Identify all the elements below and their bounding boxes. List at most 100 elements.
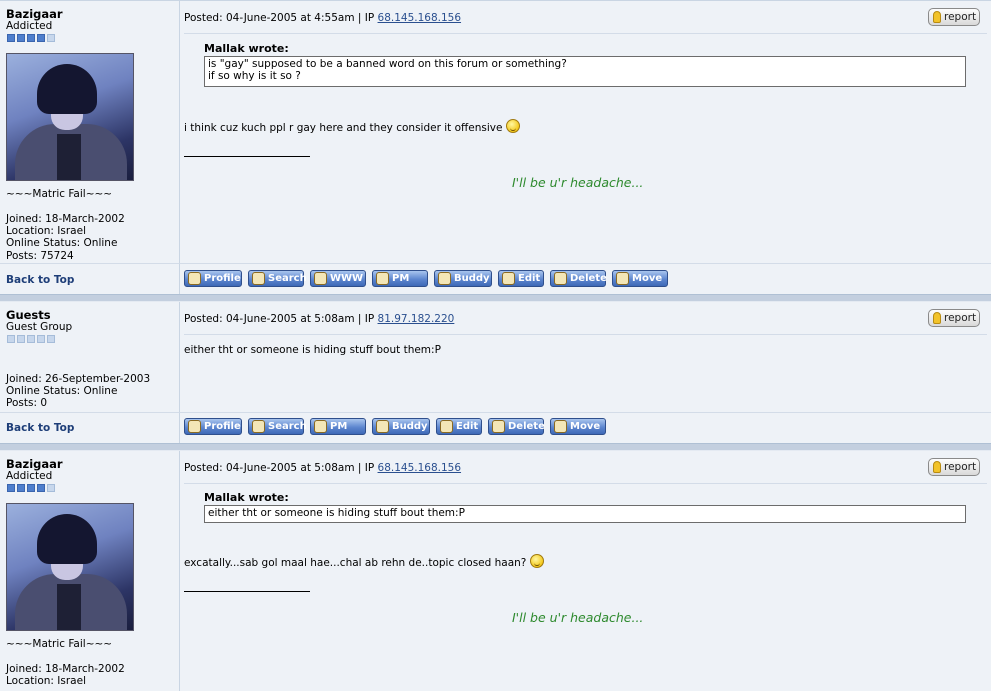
- exclamation-icon: [933, 11, 941, 23]
- post-separator: [0, 443, 991, 451]
- author-joined: Joined: 26-September-2003: [6, 373, 151, 385]
- rank-pip-icon: [27, 335, 35, 343]
- post-1: Bazigaar Addicted ~~~Matric Fail~~~ Join…: [0, 0, 991, 263]
- profile-button[interactable]: Profile: [184, 270, 242, 287]
- home-icon: [314, 272, 327, 285]
- back-to-top-link[interactable]: Back to Top: [6, 274, 74, 286]
- report-label: report: [944, 312, 977, 324]
- post-signature: I'll be u'r headache...: [512, 610, 644, 625]
- rank-pips: [7, 484, 57, 492]
- move-button[interactable]: Move: [550, 418, 606, 435]
- post-signature: I'll be u'r headache...: [512, 175, 644, 190]
- edit-icon: [502, 272, 515, 285]
- rank-pip-icon: [47, 484, 55, 492]
- pm-icon: [314, 420, 327, 433]
- report-button[interactable]: report: [928, 309, 980, 327]
- author-panel: Guests Guest Group Joined: 26-September-…: [0, 302, 180, 412]
- quote-title: Mallak wrote:: [204, 42, 289, 55]
- rank-pip-icon: [37, 484, 45, 492]
- author-panel: Bazigaar Addicted ~~~Matric Fail~~~ Join…: [0, 1, 180, 263]
- search-button[interactable]: Search: [248, 418, 307, 435]
- pm-button[interactable]: PM: [372, 270, 428, 287]
- pm-label: PM: [392, 273, 410, 284]
- author-name[interactable]: Bazigaar: [6, 457, 63, 471]
- ip-link[interactable]: 68.145.168.156: [378, 462, 462, 474]
- rank-pip-icon: [47, 34, 55, 42]
- post-1-footer: Back to Top Profile Search WWW PM Buddy Edit D…: [0, 263, 991, 294]
- move-button[interactable]: Move: [612, 270, 668, 287]
- delete-button[interactable]: Delete: [488, 418, 545, 435]
- www-label: WWW: [330, 273, 364, 284]
- search-icon: [252, 420, 265, 433]
- avatar: [6, 503, 134, 631]
- delete-button[interactable]: Delete: [550, 270, 607, 287]
- profile-icon: [188, 420, 201, 433]
- search-label: Search: [268, 421, 307, 432]
- post-meta: Posted: 04-June-2005 at 5:08am | IP 81.9…: [184, 313, 454, 325]
- post-date: Posted: 04-June-2005 at 4:55am | IP: [184, 12, 378, 24]
- post-date: Posted: 04-June-2005 at 5:08am | IP: [184, 462, 378, 474]
- edit-button[interactable]: Edit: [436, 418, 482, 435]
- rank-pip-icon: [17, 34, 25, 42]
- signature-divider: [184, 591, 310, 592]
- profile-label: Profile: [204, 273, 241, 284]
- quote-line: is "gay" supposed to be a banned word on…: [208, 58, 567, 70]
- author-online-status: Online Status: Online: [6, 385, 118, 398]
- search-icon: [252, 272, 265, 285]
- back-to-top-link[interactable]: Back to Top: [6, 422, 74, 434]
- post-body-text: i think cuz kuch ppl r gay here and they…: [184, 122, 503, 134]
- post-date: Posted: 04-June-2005 at 5:08am | IP: [184, 313, 378, 325]
- edit-label: Edit: [518, 273, 541, 284]
- footer-right: Profile Search WWW PM Buddy Edit Delete Move: [180, 263, 991, 294]
- rank-pip-icon: [37, 34, 45, 42]
- author-post-count: Posts: 0: [6, 397, 47, 410]
- post-body-text: either tht or someone is hiding stuff bo…: [184, 344, 441, 356]
- author-name[interactable]: Bazigaar: [6, 7, 63, 21]
- buddy-button[interactable]: Buddy: [434, 270, 492, 287]
- buddy-icon: [376, 420, 389, 433]
- search-button[interactable]: Search: [248, 270, 307, 287]
- divider: [184, 33, 987, 34]
- rank-pip-icon: [17, 335, 25, 343]
- author-signature-small: ~~~Matric Fail~~~: [6, 188, 113, 200]
- divider: [184, 483, 987, 484]
- author-joined: Joined: 18-March-2002: [6, 213, 125, 225]
- signature-divider: [184, 156, 310, 157]
- move-icon: [616, 272, 629, 285]
- pm-button[interactable]: PM: [310, 418, 366, 435]
- rank-pip-icon: [27, 34, 35, 42]
- post-separator: [0, 294, 991, 302]
- author-title: Addicted: [6, 470, 53, 482]
- report-button[interactable]: report: [928, 458, 980, 476]
- rank-pip-icon: [37, 335, 45, 343]
- rank-pip-icon: [7, 335, 15, 343]
- author-joined: Joined: 18-March-2002: [6, 663, 125, 675]
- buddy-button[interactable]: Buddy: [372, 418, 430, 435]
- author-stats: Joined: 18-March-2002 Location: Israel O…: [6, 213, 125, 262]
- move-label: Move: [632, 273, 663, 284]
- ip-link[interactable]: 68.145.168.156: [378, 12, 462, 24]
- rank-pips: [7, 335, 57, 343]
- author-name[interactable]: Guests: [6, 308, 51, 322]
- www-button[interactable]: WWW: [310, 270, 366, 287]
- rank-pips: [7, 34, 57, 42]
- edit-button[interactable]: Edit: [498, 270, 544, 287]
- profile-button[interactable]: Profile: [184, 418, 242, 435]
- delete-label: Delete: [570, 273, 607, 284]
- search-label: Search: [268, 273, 307, 284]
- quote-box: is "gay" supposed to be a banned word on…: [204, 56, 966, 87]
- trash-icon: [492, 420, 505, 433]
- exclamation-icon: [933, 461, 941, 473]
- author-post-count: Posts: 75724: [6, 249, 74, 262]
- post-3: Bazigaar Addicted ~~~Matric Fail~~~ Join…: [0, 451, 991, 691]
- edit-label: Edit: [456, 421, 479, 432]
- ip-link[interactable]: 81.97.182.220: [378, 313, 455, 325]
- buddy-icon: [438, 272, 451, 285]
- quote-line: if so why is it so ?: [208, 70, 301, 82]
- post-body-text: excatally...sab gol maal hae...chal ab r…: [184, 557, 527, 569]
- author-panel: Bazigaar Addicted ~~~Matric Fail~~~ Join…: [0, 451, 180, 691]
- post-actions: Profile Search WWW PM Buddy Edit Delete Move: [184, 270, 674, 288]
- report-button[interactable]: report: [928, 8, 980, 26]
- profile-icon: [188, 272, 201, 285]
- post-meta: Posted: 04-June-2005 at 4:55am | IP 68.1…: [184, 12, 461, 24]
